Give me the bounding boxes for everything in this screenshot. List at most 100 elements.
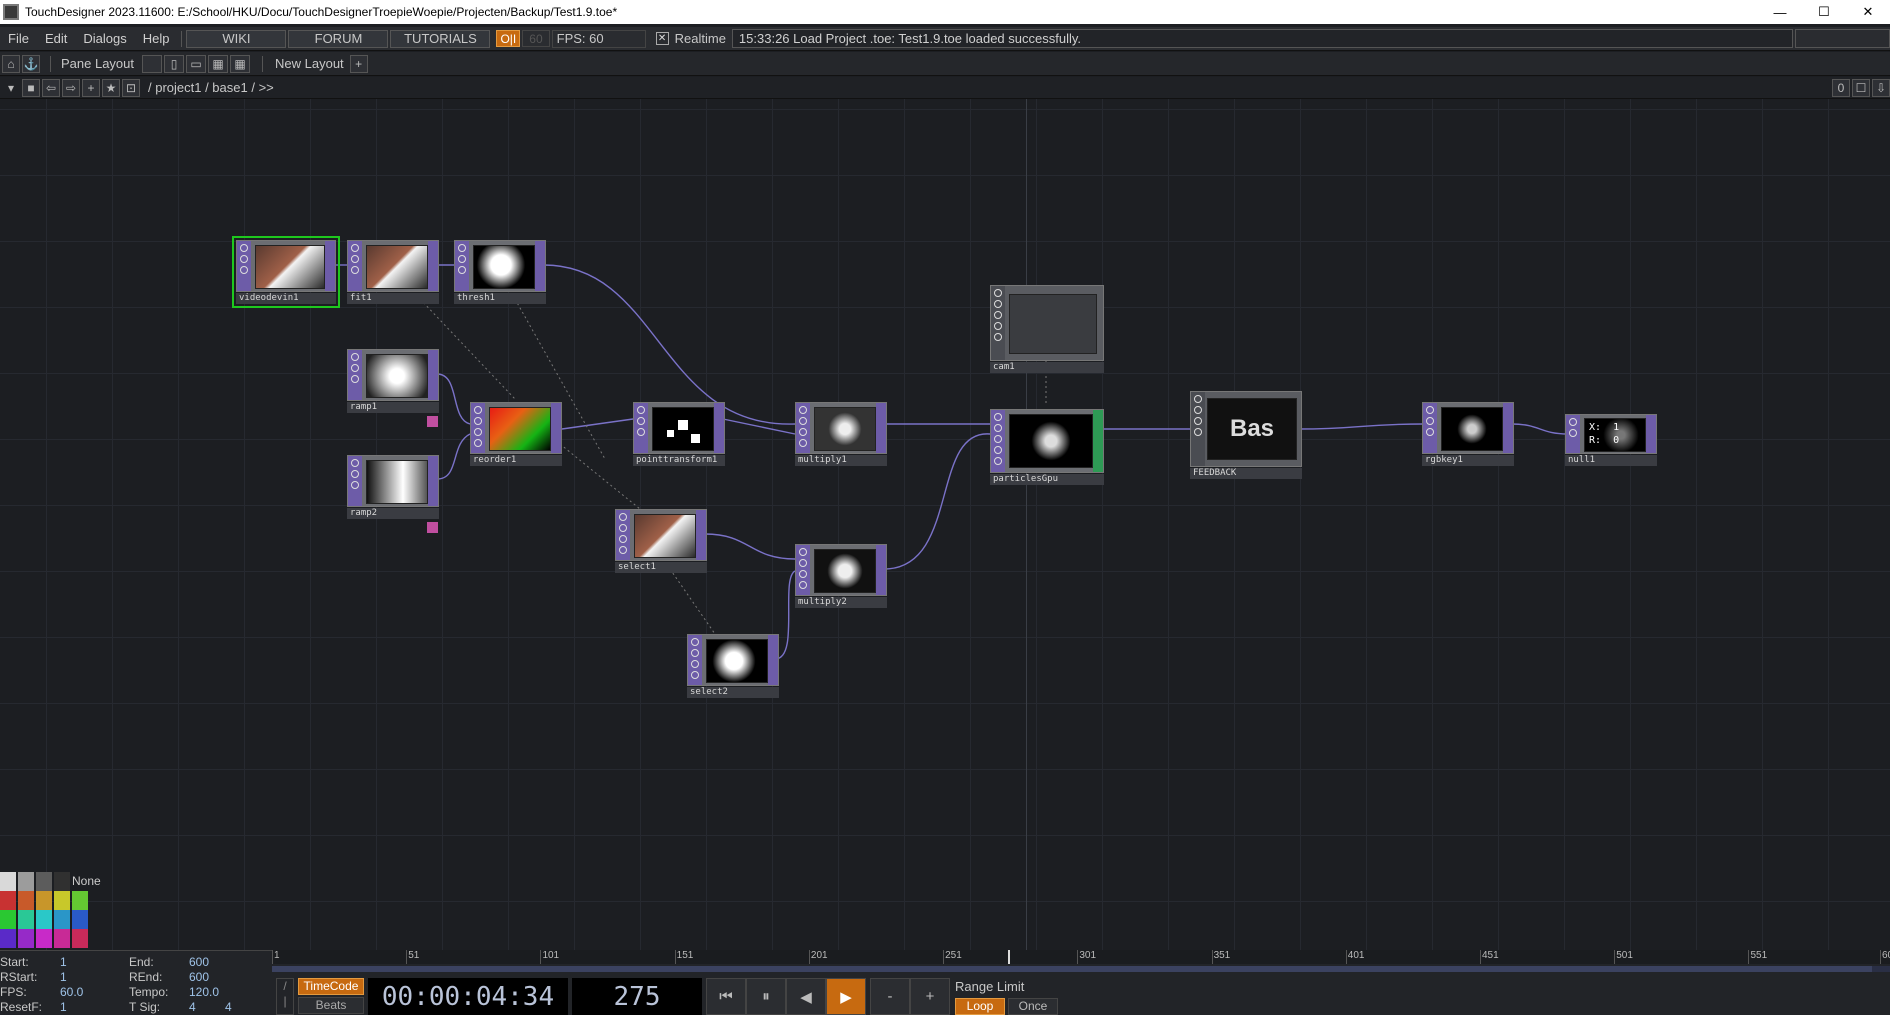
beats-toggle[interactable]: Beats xyxy=(298,997,364,1014)
play-button[interactable]: ▶ xyxy=(826,978,866,1015)
pane-maximize-icon[interactable]: ☐ xyxy=(1852,78,1870,97)
palette-swatch[interactable] xyxy=(0,910,16,929)
palette-swatch[interactable] xyxy=(18,910,34,929)
layout-single-icon[interactable] xyxy=(142,54,163,73)
pane-link-icon[interactable]: ⚓ xyxy=(22,54,40,73)
wiki-button[interactable]: WIKI xyxy=(186,29,287,48)
perform-mode-toggle[interactable]: O|I xyxy=(496,30,521,47)
rewind-button[interactable]: ⏮ xyxy=(706,978,746,1015)
palette-swatch[interactable] xyxy=(54,929,70,948)
palette-swatch[interactable] xyxy=(18,891,34,910)
new-layout-plus-button[interactable]: + xyxy=(349,54,368,73)
timeline-tick-mark xyxy=(943,950,945,964)
forward-arrow-icon[interactable]: ⇨ xyxy=(62,78,80,97)
layout-three-icon[interactable]: ▦ xyxy=(208,54,229,73)
palette-swatch[interactable] xyxy=(0,929,16,948)
palette-swatch[interactable] xyxy=(36,872,52,891)
timecode-toggle[interactable]: TimeCode xyxy=(298,978,364,995)
add-icon[interactable]: + xyxy=(82,78,100,97)
menu-dialogs[interactable]: Dialogs xyxy=(75,31,134,46)
palette-swatch[interactable] xyxy=(72,910,88,929)
minimize-button[interactable]: — xyxy=(1758,0,1802,24)
pane-home-icon[interactable]: ⌂ xyxy=(2,54,20,73)
start-value[interactable]: 1 xyxy=(60,955,67,969)
layout-split-vertical-icon[interactable]: ▯ xyxy=(164,54,185,73)
pane-download-icon[interactable]: ⇩ xyxy=(1872,78,1890,97)
palette-swatch[interactable] xyxy=(36,929,52,948)
palette-swatch[interactable] xyxy=(0,891,16,910)
pause-button[interactable]: ⏸ xyxy=(746,978,786,1015)
palette-swatch[interactable] xyxy=(0,872,16,891)
tempo-value[interactable]: 120.0 xyxy=(189,985,219,999)
path-bar: ▾ ■ ⇦ ⇨ + ★ ⊡ / project1 / base1 / >> 0 … xyxy=(0,77,1890,99)
node-videodevin1[interactable]: videodevin1 xyxy=(232,236,340,308)
end-value[interactable]: 600 xyxy=(189,955,209,969)
realtime-checkbox[interactable]: ✕ xyxy=(655,32,669,45)
node-label: cam1 xyxy=(990,362,1104,373)
resetf-value[interactable]: 1 xyxy=(60,1000,67,1014)
back-arrow-icon[interactable]: ⇦ xyxy=(42,78,60,97)
bookmark-star-icon[interactable]: ★ xyxy=(102,78,120,97)
palette-swatch[interactable] xyxy=(54,891,70,910)
timeline-playhead[interactable] xyxy=(1007,950,1010,964)
menu-edit[interactable]: Edit xyxy=(37,31,75,46)
loop-button[interactable]: Loop xyxy=(955,998,1005,1015)
network-editor[interactable]: videodevin1 fit1 thresh1 ramp1 ramp2 reo… xyxy=(0,99,1890,950)
fps-cap-field[interactable]: 60 xyxy=(522,30,550,47)
node-pointtransform1[interactable]: pointtransform1 xyxy=(633,402,725,466)
palette-none-label[interactable]: None xyxy=(72,874,101,888)
palette-swatch[interactable] xyxy=(18,872,34,891)
frame-display[interactable]: 275 xyxy=(572,978,702,1015)
fps-readout: FPS: 60 xyxy=(551,29,646,48)
node-select1[interactable]: select1 xyxy=(615,509,707,573)
node-fit1[interactable]: fit1 xyxy=(347,240,439,304)
node-null1[interactable]: X: 1 R: 0 null1 xyxy=(1565,414,1657,466)
menu-help[interactable]: Help xyxy=(135,31,178,46)
node-multiply2[interactable]: multiply2 xyxy=(795,544,887,608)
palette-swatch[interactable] xyxy=(36,891,52,910)
tsig-denominator[interactable]: 4 xyxy=(225,1000,232,1014)
once-button[interactable]: Once xyxy=(1008,998,1058,1015)
rstart-value[interactable]: 1 xyxy=(60,970,67,984)
close-button[interactable]: ✕ xyxy=(1846,0,1890,24)
timecode-display[interactable]: 00:00:04:34 xyxy=(368,978,568,1015)
node-label: null1 xyxy=(1565,455,1657,466)
new-layout-label[interactable]: New Layout xyxy=(275,56,344,71)
stop-icon[interactable]: ■ xyxy=(22,78,40,97)
step-minus-button[interactable]: - xyxy=(870,978,910,1015)
palette-swatch[interactable] xyxy=(72,929,88,948)
node-rgbkey1[interactable]: rgbkey1 xyxy=(1422,402,1514,466)
maximize-button[interactable]: ☐ xyxy=(1802,0,1846,24)
node-reorder1[interactable]: reorder1 xyxy=(470,402,562,466)
timeline-range-slider[interactable] xyxy=(272,966,1890,972)
node-particlesgpu[interactable]: particlesGpu xyxy=(990,409,1104,485)
node-ramp2[interactable]: ramp2 xyxy=(347,455,439,535)
node-select2[interactable]: select2 xyxy=(687,634,779,698)
node-feedback[interactable]: Bas FEEDBACK xyxy=(1190,391,1302,483)
node-ramp1[interactable]: ramp1 xyxy=(347,349,439,429)
palette-swatch[interactable] xyxy=(18,929,34,948)
palette-swatch[interactable] xyxy=(36,910,52,929)
node-thresh1[interactable]: thresh1 xyxy=(454,240,546,304)
tutorials-button[interactable]: TUTORIALS xyxy=(390,29,491,48)
layout-four-icon[interactable]: ▦ xyxy=(230,54,251,73)
forum-button[interactable]: FORUM xyxy=(288,29,389,48)
step-back-button[interactable]: ◀ xyxy=(786,978,826,1015)
timeline-ruler[interactable]: 151101151201251301351401451501551600 xyxy=(272,950,1890,964)
palette-swatch[interactable] xyxy=(72,891,88,910)
menu-file[interactable]: File xyxy=(0,31,37,46)
palette-swatch[interactable] xyxy=(54,872,70,891)
fps-value[interactable]: 60.0 xyxy=(60,985,83,999)
network-icon[interactable]: ⊡ xyxy=(122,78,140,97)
palette-swatch[interactable] xyxy=(54,910,70,929)
network-path[interactable]: / project1 / base1 / >> xyxy=(148,80,274,95)
layout-split-horizontal-icon[interactable]: ▭ xyxy=(186,54,207,73)
timecode-side-icon[interactable]: / | xyxy=(276,978,294,1015)
chevron-down-icon[interactable]: ▾ xyxy=(2,79,20,97)
tsig-numerator[interactable]: 4 xyxy=(189,1000,196,1014)
step-plus-button[interactable]: + xyxy=(910,978,950,1015)
node-label: FEEDBACK xyxy=(1190,468,1302,479)
rend-value[interactable]: 600 xyxy=(189,970,209,984)
node-cam1[interactable]: cam1 xyxy=(990,285,1104,373)
node-multiply1[interactable]: multiply1 xyxy=(795,402,887,466)
